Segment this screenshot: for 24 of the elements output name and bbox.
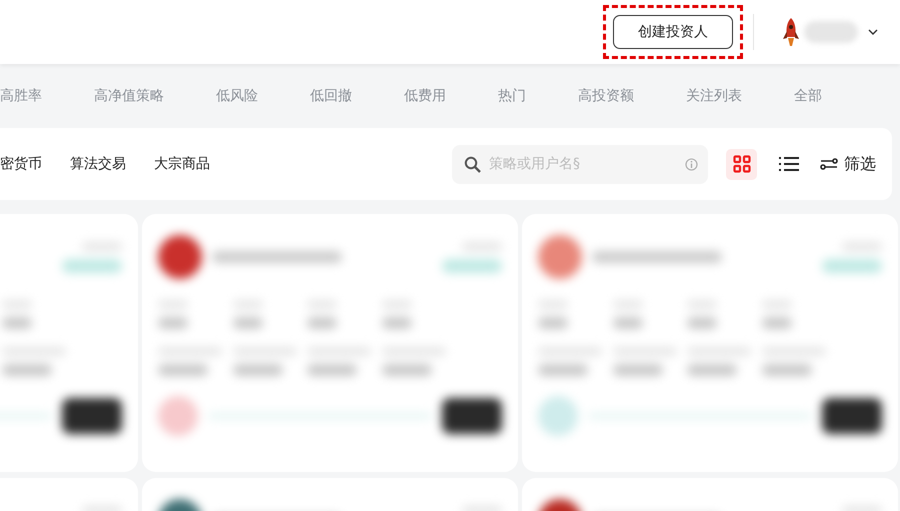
category-tab[interactable]: 热门 <box>498 87 526 105</box>
category-tab[interactable]: 关注列表 <box>686 87 742 105</box>
search-box[interactable]: 策略或用户名§ <box>452 144 708 184</box>
category-tab[interactable]: 低回撤 <box>310 87 352 105</box>
grid-icon <box>732 155 750 173</box>
category-tab[interactable]: 全部 <box>794 87 822 105</box>
create-investor-button[interactable]: 创建投资人 <box>613 15 733 49</box>
sliders-icon <box>820 158 838 170</box>
grid-view-button[interactable] <box>726 148 757 180</box>
category-tab[interactable]: 高投资额 <box>578 87 634 105</box>
market-tab[interactable]: 密货币 <box>0 155 42 173</box>
market-tab[interactable]: 算法交易 <box>70 155 126 173</box>
market-tab[interactable]: 大宗商品 <box>154 155 210 173</box>
blurred-username <box>804 21 858 43</box>
category-tab[interactable]: 低费用 <box>404 87 446 105</box>
chevron-down-icon[interactable] <box>868 29 878 35</box>
search-icon <box>464 156 481 172</box>
search-field[interactable]: 策略或用户名§ <box>489 144 677 184</box>
filter-button[interactable]: 筛选 <box>820 154 876 174</box>
list-icon <box>778 156 800 172</box>
category-tab[interactable]: 高净值策略 <box>94 87 164 105</box>
category-tab[interactable]: 低风险 <box>216 87 258 105</box>
rocket-avatar-icon[interactable] <box>782 17 800 47</box>
category-tab[interactable]: 高胜率 <box>0 87 42 105</box>
